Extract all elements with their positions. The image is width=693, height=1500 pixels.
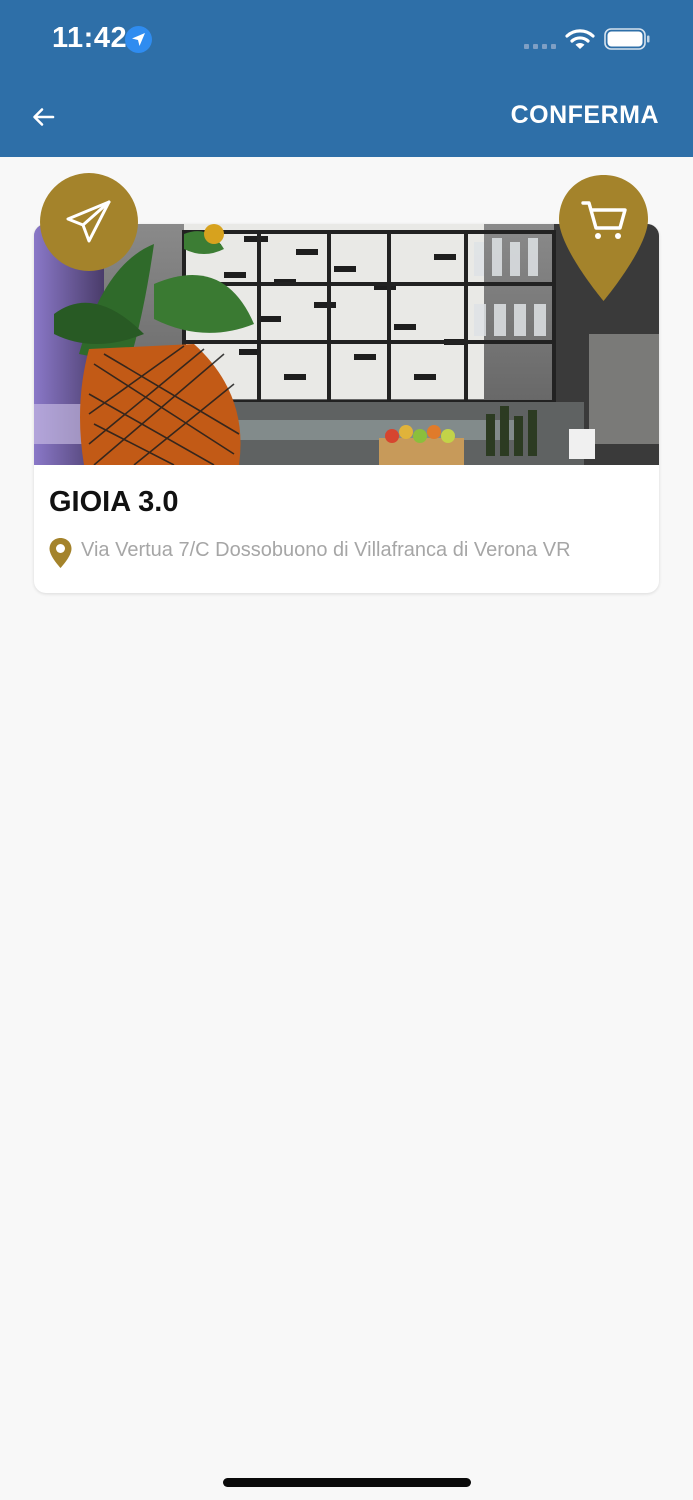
home-indicator bbox=[223, 1478, 471, 1487]
app-header: 11:42 CONFERMA bbox=[0, 0, 693, 157]
store-title: GIOIA 3.0 bbox=[49, 486, 179, 518]
battery-icon bbox=[604, 28, 650, 50]
wifi-icon bbox=[565, 29, 595, 49]
store-address: Via Vertua 7/C Dossobuono di Villafranca… bbox=[81, 539, 571, 561]
status-time: 11:42 bbox=[52, 22, 128, 54]
map-pin-icon bbox=[49, 538, 72, 568]
confirm-button[interactable]: CONFERMA bbox=[511, 101, 659, 130]
location-arrow-icon bbox=[125, 26, 152, 53]
cart-marker-badge[interactable] bbox=[557, 173, 650, 303]
paper-plane-icon bbox=[66, 200, 111, 243]
send-badge[interactable] bbox=[40, 173, 138, 271]
back-button[interactable] bbox=[26, 100, 62, 134]
cellular-signal-icon bbox=[524, 44, 556, 49]
